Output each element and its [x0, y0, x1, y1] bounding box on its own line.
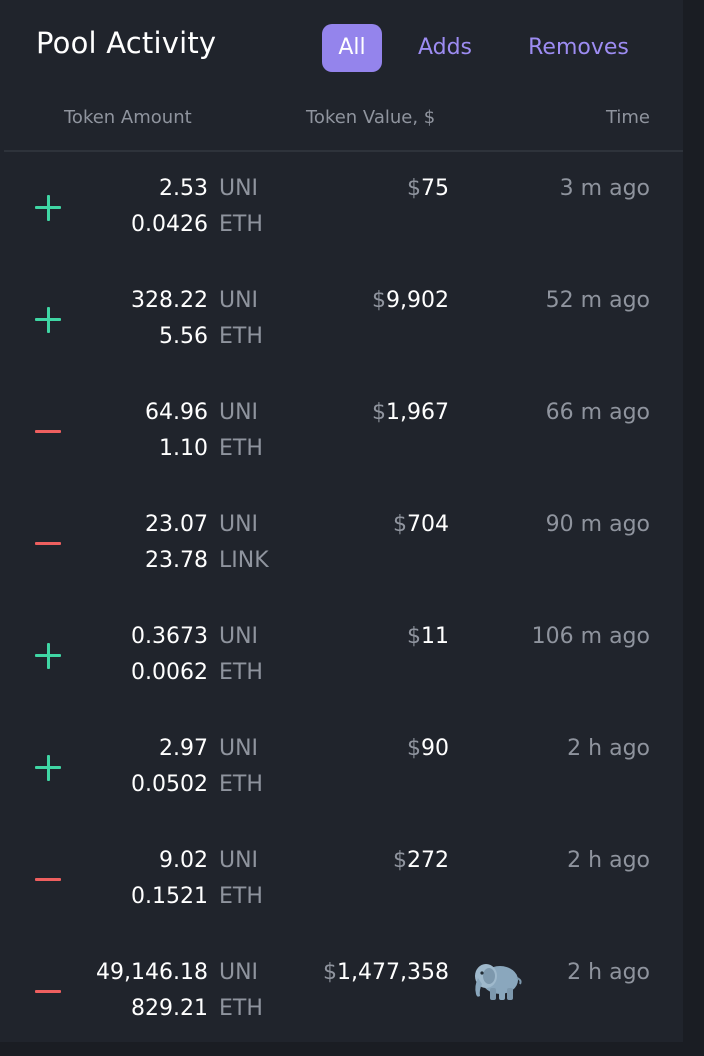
- token-amount-1: 64.96: [145, 400, 208, 425]
- scroll-gutter: [683, 0, 704, 1042]
- activity-time: 2 h ago: [567, 736, 650, 761]
- token-value-number: 9,902: [386, 288, 449, 313]
- token-amount-2: 0.0502: [131, 772, 208, 797]
- activity-row[interactable]: 328.22 UNI 5.56 ETH $9,902 52 m ago: [0, 272, 683, 384]
- token-symbol-1: UNI: [219, 512, 259, 537]
- token-symbol-1: UNI: [219, 960, 259, 985]
- currency-symbol: $: [407, 624, 421, 649]
- pool-activity-panel: Pool Activity All Adds Removes Token Amo…: [0, 0, 683, 1042]
- currency-symbol: $: [393, 848, 407, 873]
- token-symbol-2: LINK: [219, 548, 269, 573]
- token-value: $90: [407, 736, 449, 761]
- activity-time: 66 m ago: [545, 400, 650, 425]
- plus-icon: [35, 755, 61, 781]
- token-amount-1: 49,146.18: [96, 960, 208, 985]
- token-amount-2: 5.56: [159, 324, 208, 349]
- token-amount-1: 9.02: [159, 848, 208, 873]
- activity-time: 2 h ago: [567, 960, 650, 985]
- token-amount-2: 23.78: [145, 548, 208, 573]
- filter-all-button[interactable]: All: [322, 24, 382, 72]
- currency-symbol: $: [372, 400, 387, 425]
- activity-row[interactable]: 9.02 UNI 0.1521 ETH $272 2 h ago: [0, 832, 683, 944]
- plus-icon: [35, 643, 61, 669]
- activity-time: 2 h ago: [567, 848, 650, 873]
- token-symbol-2: ETH: [219, 660, 263, 685]
- token-symbol-2: ETH: [219, 884, 263, 909]
- header-divider: [4, 150, 683, 152]
- elephant-icon: [472, 956, 524, 1004]
- token-symbol-2: ETH: [219, 996, 263, 1021]
- token-amount-2: 1.10: [159, 436, 208, 461]
- token-amount-1: 0.3673: [131, 624, 208, 649]
- activity-time: 90 m ago: [545, 512, 650, 537]
- token-value: $1,967: [372, 400, 449, 425]
- token-value-number: 704: [407, 512, 449, 537]
- token-amount-2: 0.0062: [131, 660, 208, 685]
- currency-symbol: $: [407, 736, 421, 761]
- token-symbol-2: ETH: [219, 436, 263, 461]
- token-symbol-2: ETH: [219, 212, 263, 237]
- column-header-time[interactable]: Time: [606, 107, 650, 128]
- activity-row[interactable]: 49,146.18 UNI 829.21 ETH $1,477,358 2 h ago: [0, 944, 683, 1056]
- activity-time: 52 m ago: [545, 288, 650, 313]
- token-value: $75: [407, 176, 449, 201]
- token-amount-2: 829.21: [131, 996, 208, 1021]
- token-symbol-2: ETH: [219, 772, 263, 797]
- token-symbol-1: UNI: [219, 400, 259, 425]
- token-value: $704: [393, 512, 449, 537]
- column-header-token-value[interactable]: Token Value, $: [306, 107, 435, 128]
- token-symbol-1: UNI: [219, 624, 259, 649]
- minus-icon: [35, 979, 61, 1005]
- activity-row[interactable]: 64.96 UNI 1.10 ETH $1,967 66 m ago: [0, 384, 683, 496]
- currency-symbol: $: [407, 176, 421, 201]
- activity-row[interactable]: 0.3673 UNI 0.0062 ETH $11 106 m ago: [0, 608, 683, 720]
- token-amount-2: 0.0426: [131, 212, 208, 237]
- plus-icon: [35, 195, 61, 221]
- token-amount-1: 2.53: [159, 176, 208, 201]
- minus-icon: [35, 531, 61, 557]
- token-value: $11: [407, 624, 449, 649]
- token-value: $1,477,358: [323, 960, 449, 985]
- token-value: $9,902: [372, 288, 449, 313]
- page-title: Pool Activity: [36, 26, 217, 60]
- currency-symbol: $: [323, 960, 338, 985]
- activity-row[interactable]: 2.53 UNI 0.0426 ETH $75 3 m ago: [0, 160, 683, 272]
- token-amount-1: 328.22: [131, 288, 208, 313]
- token-symbol-1: UNI: [219, 736, 259, 761]
- token-value-number: 90: [421, 736, 449, 761]
- token-symbol-2: ETH: [219, 324, 263, 349]
- activity-row[interactable]: 2.97 UNI 0.0502 ETH $90 2 h ago: [0, 720, 683, 832]
- activity-row[interactable]: 23.07 UNI 23.78 LINK $704 90 m ago: [0, 496, 683, 608]
- token-amount-2: 0.1521: [131, 884, 208, 909]
- token-amount-1: 2.97: [159, 736, 208, 761]
- column-header-token-amount[interactable]: Token Amount: [64, 107, 192, 128]
- token-symbol-1: UNI: [219, 848, 259, 873]
- activity-time: 106 m ago: [531, 624, 650, 649]
- activity-time: 3 m ago: [559, 176, 650, 201]
- currency-symbol: $: [393, 512, 407, 537]
- token-amount-1: 23.07: [145, 512, 208, 537]
- token-value-number: 11: [421, 624, 449, 649]
- token-value-number: 1,967: [386, 400, 449, 425]
- minus-icon: [35, 419, 61, 445]
- filter-removes-button[interactable]: Removes: [512, 24, 645, 72]
- currency-symbol: $: [372, 288, 387, 313]
- minus-icon: [35, 867, 61, 893]
- token-symbol-1: UNI: [219, 176, 259, 201]
- token-value-number: 1,477,358: [337, 960, 449, 985]
- token-value-number: 272: [407, 848, 449, 873]
- token-value: $272: [393, 848, 449, 873]
- token-symbol-1: UNI: [219, 288, 259, 313]
- filter-adds-button[interactable]: Adds: [404, 24, 486, 72]
- plus-icon: [35, 307, 61, 333]
- token-value-number: 75: [421, 176, 449, 201]
